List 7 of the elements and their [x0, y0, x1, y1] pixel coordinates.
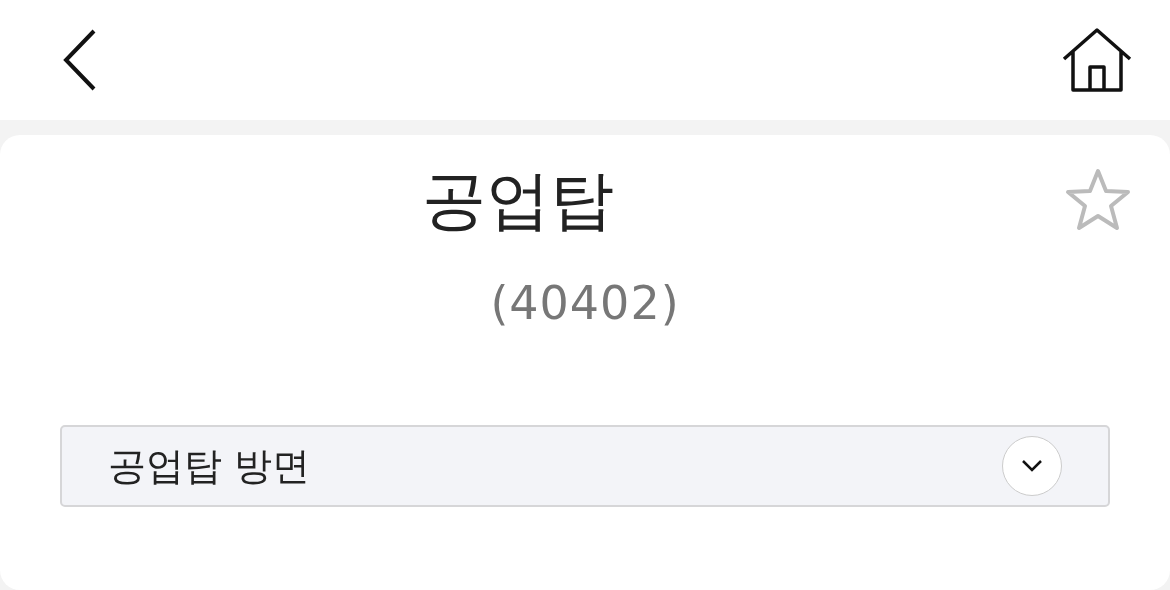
home-icon — [1061, 27, 1133, 93]
station-code: (40402) — [489, 275, 681, 332]
dropdown-value: 공업탑 방면 — [108, 442, 311, 490]
direction-dropdown[interactable]: 공업탑 방면 — [60, 425, 1110, 507]
home-button[interactable] — [1061, 27, 1133, 93]
star-icon[interactable] — [1065, 168, 1131, 232]
station-name: 공업탑 — [420, 162, 615, 239]
